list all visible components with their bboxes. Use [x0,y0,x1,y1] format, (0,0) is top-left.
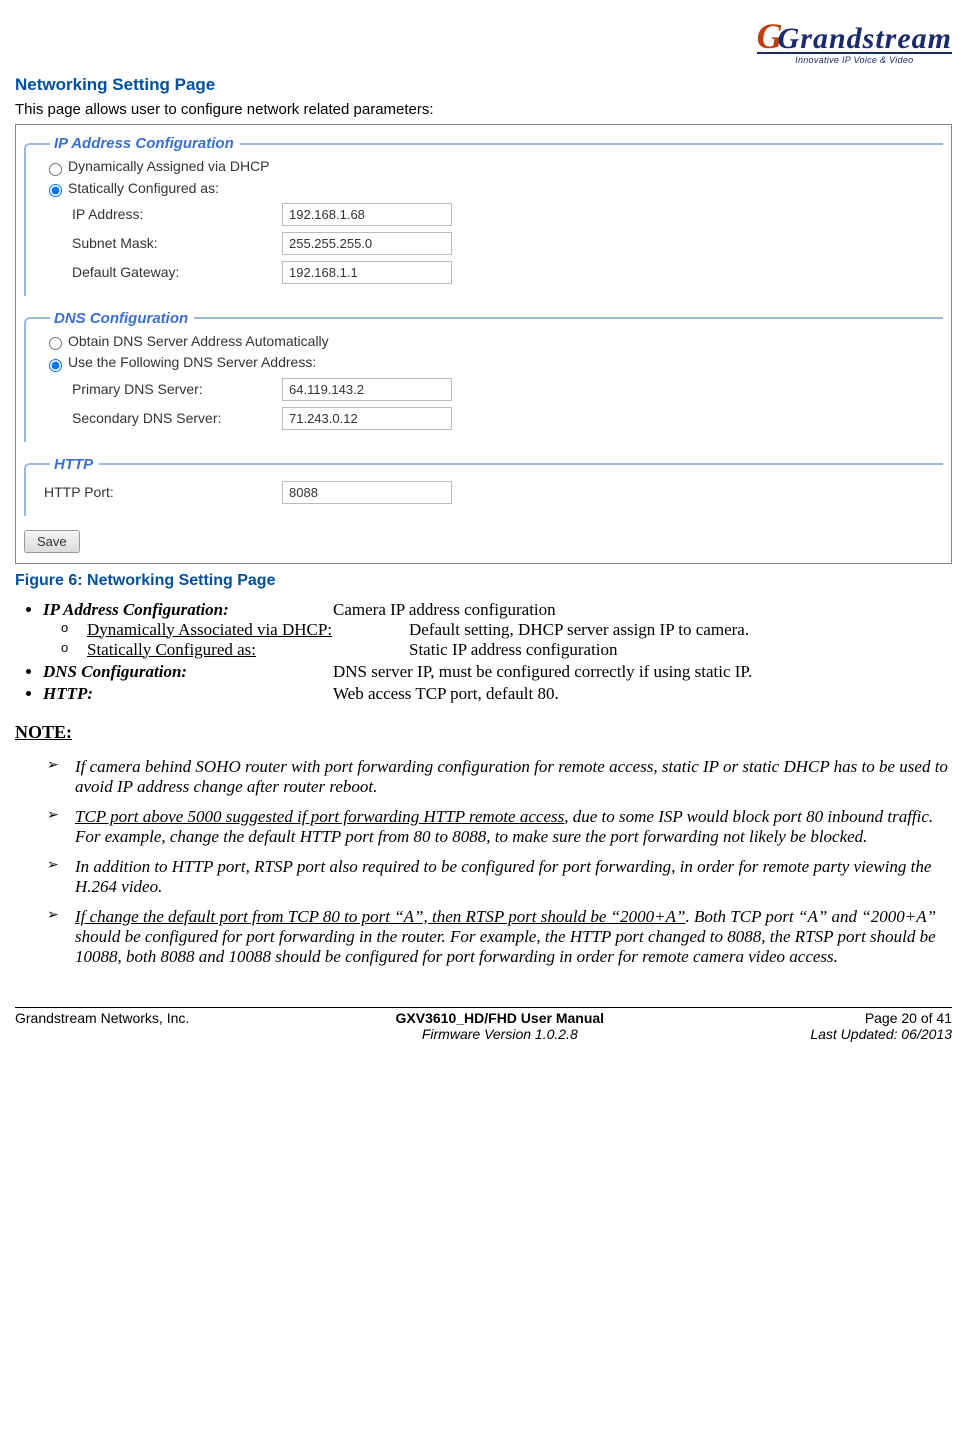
dns-manual-radio[interactable] [49,359,62,372]
ip-sub-dhcp: Dynamically Associated via DHCP:Default … [61,620,952,640]
ip-config-fieldset: IP Address Configuration Dynamically Ass… [24,135,943,296]
http-port-label: HTTP Port: [44,484,282,500]
footer-right: Page 20 of 41 Last Updated: 06/2013 [810,1010,952,1042]
http-fieldset: HTTP HTTP Port: [24,456,943,516]
config-item-ip: IP Address Configuration:Camera IP addre… [43,600,952,660]
dns-auto-label: Obtain DNS Server Address Automatically [68,333,329,349]
static-label: Statically Configured as: [68,180,219,196]
primary-dns-row: Primary DNS Server: [72,378,943,401]
secondary-dns-input[interactable] [282,407,452,430]
subnet-mask-label: Subnet Mask: [72,235,282,251]
http-term: HTTP: [43,684,333,704]
note-heading: NOTE: [15,722,952,743]
section-title: Networking Setting Page [15,75,952,95]
note-2: TCP port above 5000 suggested if port fo… [53,807,952,847]
footer-divider [15,1007,952,1008]
footer-company: Grandstream Networks, Inc. [15,1010,189,1042]
dhcp-option-row[interactable]: Dynamically Assigned via DHCP [44,158,943,175]
footer: Grandstream Networks, Inc. GXV3610_HD/FH… [15,1010,952,1042]
footer-manual-title: GXV3610_HD/FHD User Manual [396,1010,605,1026]
gateway-row: Default Gateway: [72,261,943,284]
save-button[interactable]: Save [24,530,80,553]
figure-caption: Figure 6: Networking Setting Page [15,572,952,590]
footer-firmware: Firmware Version 1.0.2.8 [189,1026,810,1042]
dns-config-legend: DNS Configuration [50,310,194,327]
ip-config-legend: IP Address Configuration [50,135,240,152]
config-list: IP Address Configuration:Camera IP addre… [15,600,952,704]
dns-auto-row[interactable]: Obtain DNS Server Address Automatically [44,333,943,350]
dns-manual-label: Use the Following DNS Server Address: [68,354,316,370]
dns-desc: DNS server IP, must be configured correc… [333,662,752,681]
static-radio[interactable] [49,184,62,197]
ip-address-row: IP Address: [72,203,943,226]
footer-page: Page 20 of 41 [865,1010,952,1026]
gateway-input[interactable] [282,261,452,284]
gateway-label: Default Gateway: [72,264,282,280]
note-4: If change the default port from TCP 80 t… [53,907,952,967]
ip-sub-static: Statically Configured as: Static IP addr… [61,640,952,660]
http-port-input[interactable] [282,481,452,504]
note-list: If camera behind SOHO router with port f… [15,757,952,967]
config-item-dns: DNS Configuration:DNS server IP, must be… [43,662,952,682]
footer-center: GXV3610_HD/FHD User Manual Firmware Vers… [189,1010,810,1042]
ip-address-input[interactable] [282,203,452,226]
ip-address-label: IP Address: [72,206,282,222]
logo-subtitle: Innovative IP Voice & Video [757,55,952,65]
logo-main: GGrandstream [757,20,952,52]
footer-updated: Last Updated: 06/2013 [810,1026,952,1042]
dns-auto-radio[interactable] [49,337,62,350]
logo: GGrandstream Innovative IP Voice & Video [757,20,952,65]
ip-desc: Camera IP address configuration [333,600,556,619]
http-desc: Web access TCP port, default 80. [333,684,559,703]
dns-term: DNS Configuration: [43,662,333,682]
http-port-row: HTTP Port: [44,481,943,504]
dhcp-radio[interactable] [49,163,62,176]
http-legend: HTTP [50,456,99,473]
note-1: If camera behind SOHO router with port f… [53,757,952,797]
primary-dns-label: Primary DNS Server: [72,381,282,397]
logo-area: GGrandstream Innovative IP Voice & Video [15,20,952,67]
subnet-mask-row: Subnet Mask: [72,232,943,255]
subnet-mask-input[interactable] [282,232,452,255]
dns-config-fieldset: DNS Configuration Obtain DNS Server Addr… [24,310,943,442]
dhcp-label: Dynamically Assigned via DHCP [68,158,270,174]
config-screenshot: IP Address Configuration Dynamically Ass… [15,124,952,563]
static-option-row[interactable]: Statically Configured as: [44,180,943,197]
secondary-dns-row: Secondary DNS Server: [72,407,943,430]
secondary-dns-label: Secondary DNS Server: [72,410,282,426]
note-3: In addition to HTTP port, RTSP port also… [53,857,952,897]
primary-dns-input[interactable] [282,378,452,401]
config-item-http: HTTP:Web access TCP port, default 80. [43,684,952,704]
section-intro: This page allows user to configure netwo… [15,101,952,118]
ip-term: IP Address Configuration: [43,600,333,620]
dns-manual-row[interactable]: Use the Following DNS Server Address: [44,354,943,371]
